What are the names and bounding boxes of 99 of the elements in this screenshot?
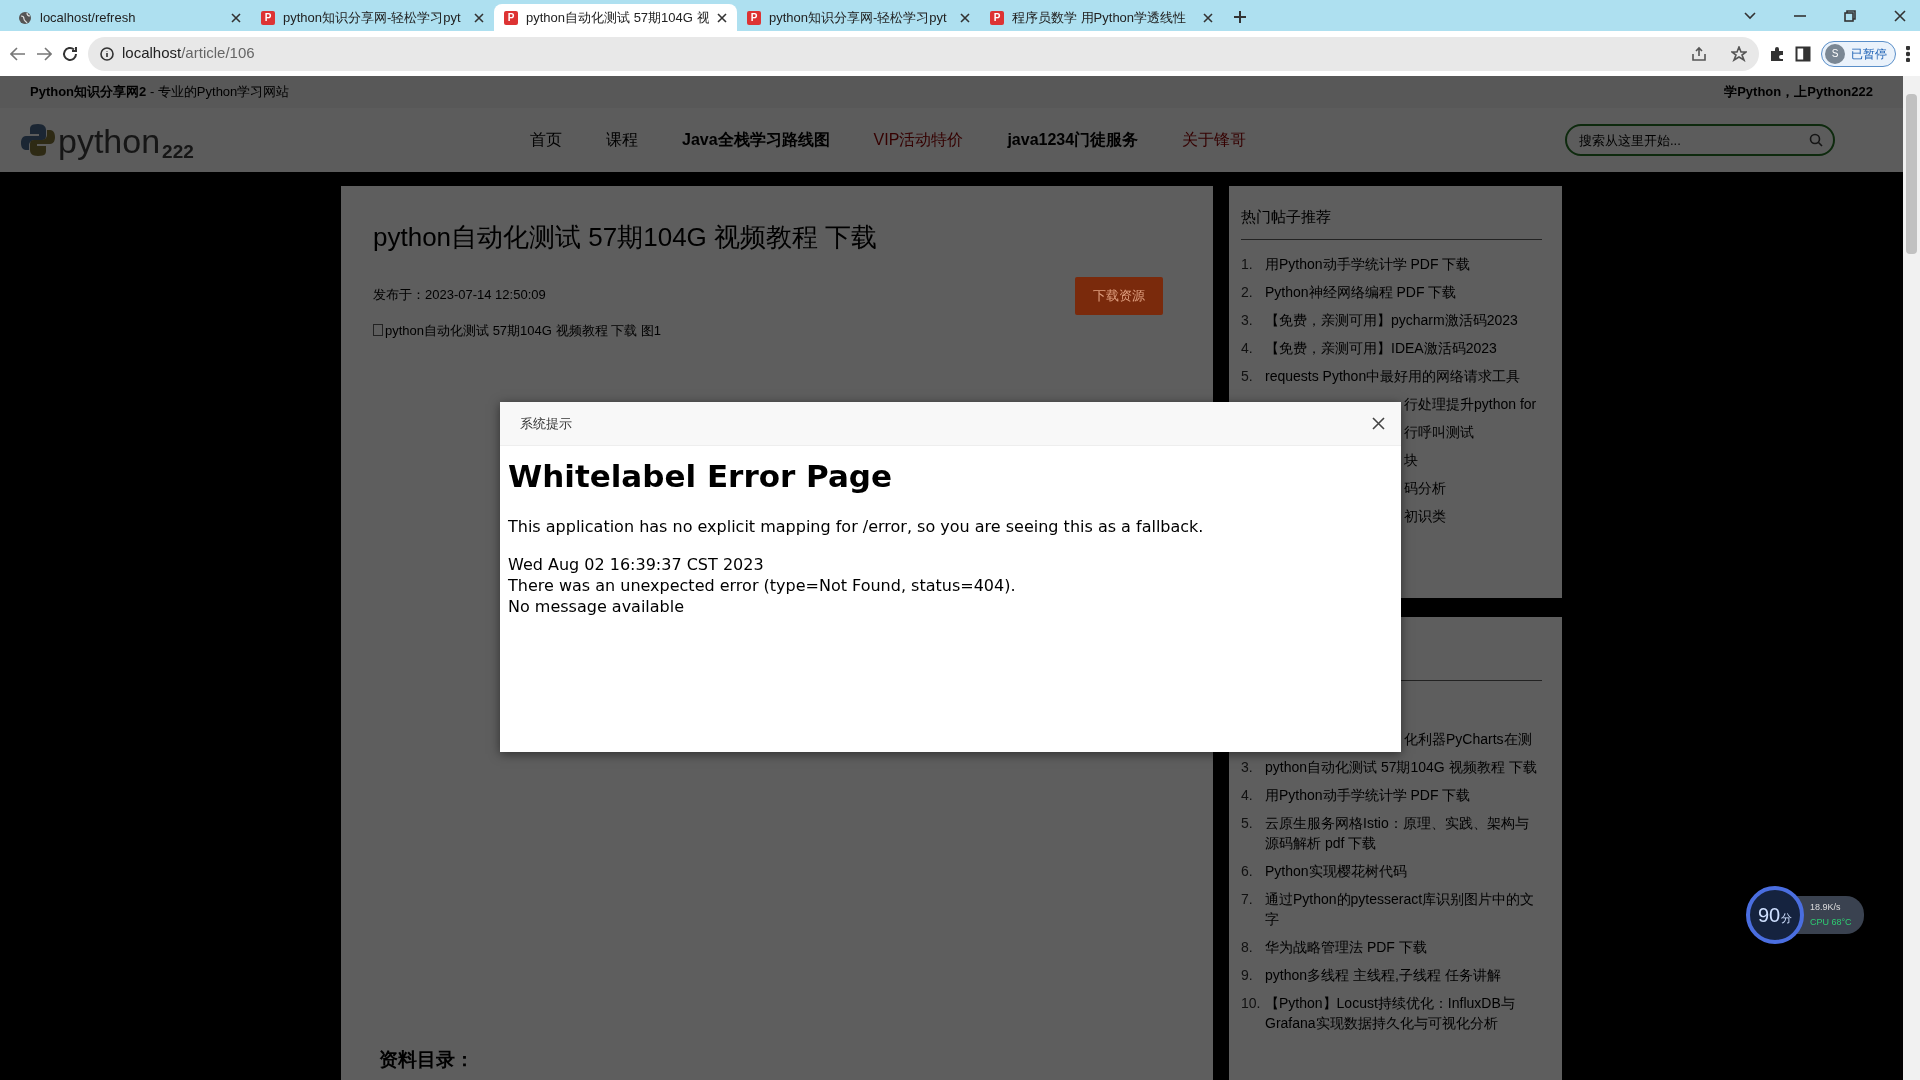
error-heading: Whitelabel Error Page <box>508 458 894 496</box>
post-link[interactable]: requests Python中最好用的网络请求工具 <box>1265 365 1521 386</box>
post-link[interactable]: 通过Python的pytesseract库识别图片中的文字 <box>1265 889 1542 929</box>
list-number: 3. <box>1241 758 1254 777</box>
post-link[interactable]: 码分析 <box>1404 477 1446 498</box>
logo-number: 222 <box>162 139 194 164</box>
list-number: 4. <box>1241 786 1254 805</box>
browser-tab[interactable]: localhost/refresh <box>8 4 251 31</box>
nav-link[interactable]: 关于锋哥 <box>1182 128 1247 152</box>
publish-date: 发布于：2023-07-14 12:50:09 <box>373 286 546 305</box>
browser-tab[interactable]: P python自动化测试 57期104G 视 <box>494 4 737 31</box>
image-alt-text: python自动化测试 57期104G 视频教程 下载 图1 <box>385 321 661 340</box>
list-number: 6. <box>1241 862 1254 881</box>
close-icon[interactable] <box>960 12 970 23</box>
score-gauge[interactable]: 90分 <box>1746 886 1804 944</box>
post-link[interactable]: 华为战略管理法 PDF 下载 <box>1265 937 1427 957</box>
nav-link[interactable]: VIP活动特价 <box>873 128 964 152</box>
list-number: 5. <box>1241 814 1254 833</box>
post-link[interactable]: Python神经网络编程 PDF 下载 <box>1265 281 1457 302</box>
post-link[interactable]: 【Python】Locust持续优化：InfluxDB与Grafana实现数据持久化与可视化分析 <box>1265 993 1542 1033</box>
plus-icon[interactable] <box>1233 10 1247 24</box>
score-value: 90 <box>1757 903 1781 928</box>
more-menu-icon[interactable] <box>1906 45 1910 62</box>
search-field[interactable]: 搜索从这里开始... <box>1565 124 1835 156</box>
search-icon[interactable] <box>1809 133 1823 147</box>
post-link[interactable]: 【免费，亲测可用】IDEA激活码2023 <box>1265 337 1497 358</box>
error-message: This application has no explicit mapping for /error, so you are seeing this as a fallback. <box>508 516 1205 539</box>
close-icon[interactable] <box>1894 9 1906 22</box>
broken-image-icon <box>373 324 383 337</box>
post-link[interactable]: 块 <box>1404 449 1418 470</box>
favicon-icon: P <box>747 10 761 25</box>
article-title: python自动化测试 57期104G 视频教程 下载 <box>373 222 879 254</box>
list-number: 4. <box>1241 338 1254 358</box>
info-icon[interactable] <box>100 46 114 61</box>
score-unit: 分 <box>1781 910 1793 926</box>
site-slogan: 学Python，上Python222 <box>1724 83 1873 102</box>
chevron-down-icon[interactable] <box>1744 11 1756 20</box>
puzzle-icon[interactable] <box>1769 45 1785 62</box>
post-link[interactable]: 初识类 <box>1404 505 1446 526</box>
share-icon[interactable] <box>1691 45 1707 62</box>
snake-logo-icon <box>20 122 56 158</box>
list-number: 7. <box>1241 890 1254 909</box>
list-number: 3. <box>1241 310 1254 330</box>
site-tagline: Python知识分享网2 - 专业的Python学习网站 <box>30 83 290 102</box>
list-number: 2. <box>1241 282 1254 302</box>
profile-button[interactable]: S 已暂停 <box>1821 40 1896 67</box>
close-button[interactable] <box>1372 417 1385 430</box>
scrollbar[interactable] <box>1903 76 1920 1080</box>
section-heading: 资料目录： <box>379 1049 474 1072</box>
browser-tab[interactable]: P 程序员数学 用Python学透线性 <box>980 4 1223 31</box>
post-link[interactable]: 用Python动手学统计学 PDF 下载 <box>1265 785 1471 805</box>
post-link[interactable]: 用Python动手学统计学 PDF 下载 <box>1265 253 1471 274</box>
list-number: 5. <box>1241 366 1254 386</box>
close-icon[interactable] <box>231 12 241 23</box>
address-bar[interactable]: localhost/article/106 <box>88 36 1759 71</box>
list-number: 1. <box>1241 254 1254 274</box>
favicon-icon: P <box>504 10 518 25</box>
url-text: localhost/article/106 <box>122 43 255 64</box>
avatar-icon: S <box>1825 43 1845 64</box>
post-link[interactable]: python自动化测试 57期104G 视频教程 下载 <box>1265 757 1537 777</box>
download-button[interactable]: 下载资源 <box>1075 277 1163 315</box>
globe-icon <box>18 10 32 25</box>
post-link[interactable]: python多线程 主线程,子线程 任务讲解 <box>1265 965 1501 985</box>
post-link[interactable]: 化利器PyCharts在测 <box>1404 729 1532 749</box>
post-link[interactable]: 【免费，亲测可用】pycharm激活码2023 <box>1265 309 1518 330</box>
back-arrow-icon[interactable] <box>10 46 26 61</box>
nav-link[interactable]: java1234门徒服务 <box>1007 128 1139 152</box>
close-icon[interactable] <box>717 12 727 23</box>
network-speed: 18.9K/s <box>1810 901 1842 914</box>
browser-tab[interactable]: P python知识分享网-轻松学习pyt <box>251 4 494 31</box>
side-panel-icon[interactable] <box>1795 45 1811 62</box>
favicon-icon: P <box>261 10 275 25</box>
close-icon[interactable] <box>1203 12 1213 23</box>
nav-link[interactable]: 课程 <box>606 128 638 152</box>
post-link[interactable]: 云原生服务网格Istio：原理、实践、架构与源码解析 pdf 下载 <box>1265 813 1542 853</box>
dialog-title: 系统提示 <box>520 414 572 433</box>
nav-link[interactable]: 首页 <box>530 128 562 152</box>
forward-arrow-icon[interactable] <box>36 46 52 61</box>
logo-text: python <box>58 124 161 158</box>
post-link[interactable]: Python实现樱花树代码 <box>1265 861 1407 881</box>
close-icon[interactable] <box>474 12 484 23</box>
list-number: 8. <box>1241 938 1254 957</box>
post-link[interactable]: 行呼叫测试 <box>1404 421 1474 442</box>
restore-icon[interactable] <box>1844 9 1856 22</box>
close-icon <box>1372 417 1385 430</box>
cpu-temperature: CPU 68°C <box>1810 916 1852 929</box>
error-detail: There was an unexpected error (type=Not Found, status=404). <box>508 575 1017 597</box>
star-icon[interactable] <box>1731 45 1747 62</box>
reload-icon[interactable] <box>62 45 78 62</box>
list-number: 9. <box>1241 966 1254 985</box>
list-number: 10. <box>1241 994 1262 1013</box>
error-detail: Wed Aug 02 16:39:37 CST 2023 <box>508 554 765 576</box>
minimize-icon[interactable] <box>1794 14 1806 17</box>
browser-tab[interactable]: P python知识分享网-轻松学习pyt <box>737 4 980 31</box>
nav-link[interactable]: Java全栈学习路线图 <box>682 128 830 152</box>
post-link[interactable]: 行处理提升python for <box>1404 393 1537 414</box>
sidebar-title: 热门帖子推荐 <box>1241 200 1542 240</box>
error-detail: No message available <box>508 596 686 618</box>
favicon-icon: P <box>990 10 1004 25</box>
